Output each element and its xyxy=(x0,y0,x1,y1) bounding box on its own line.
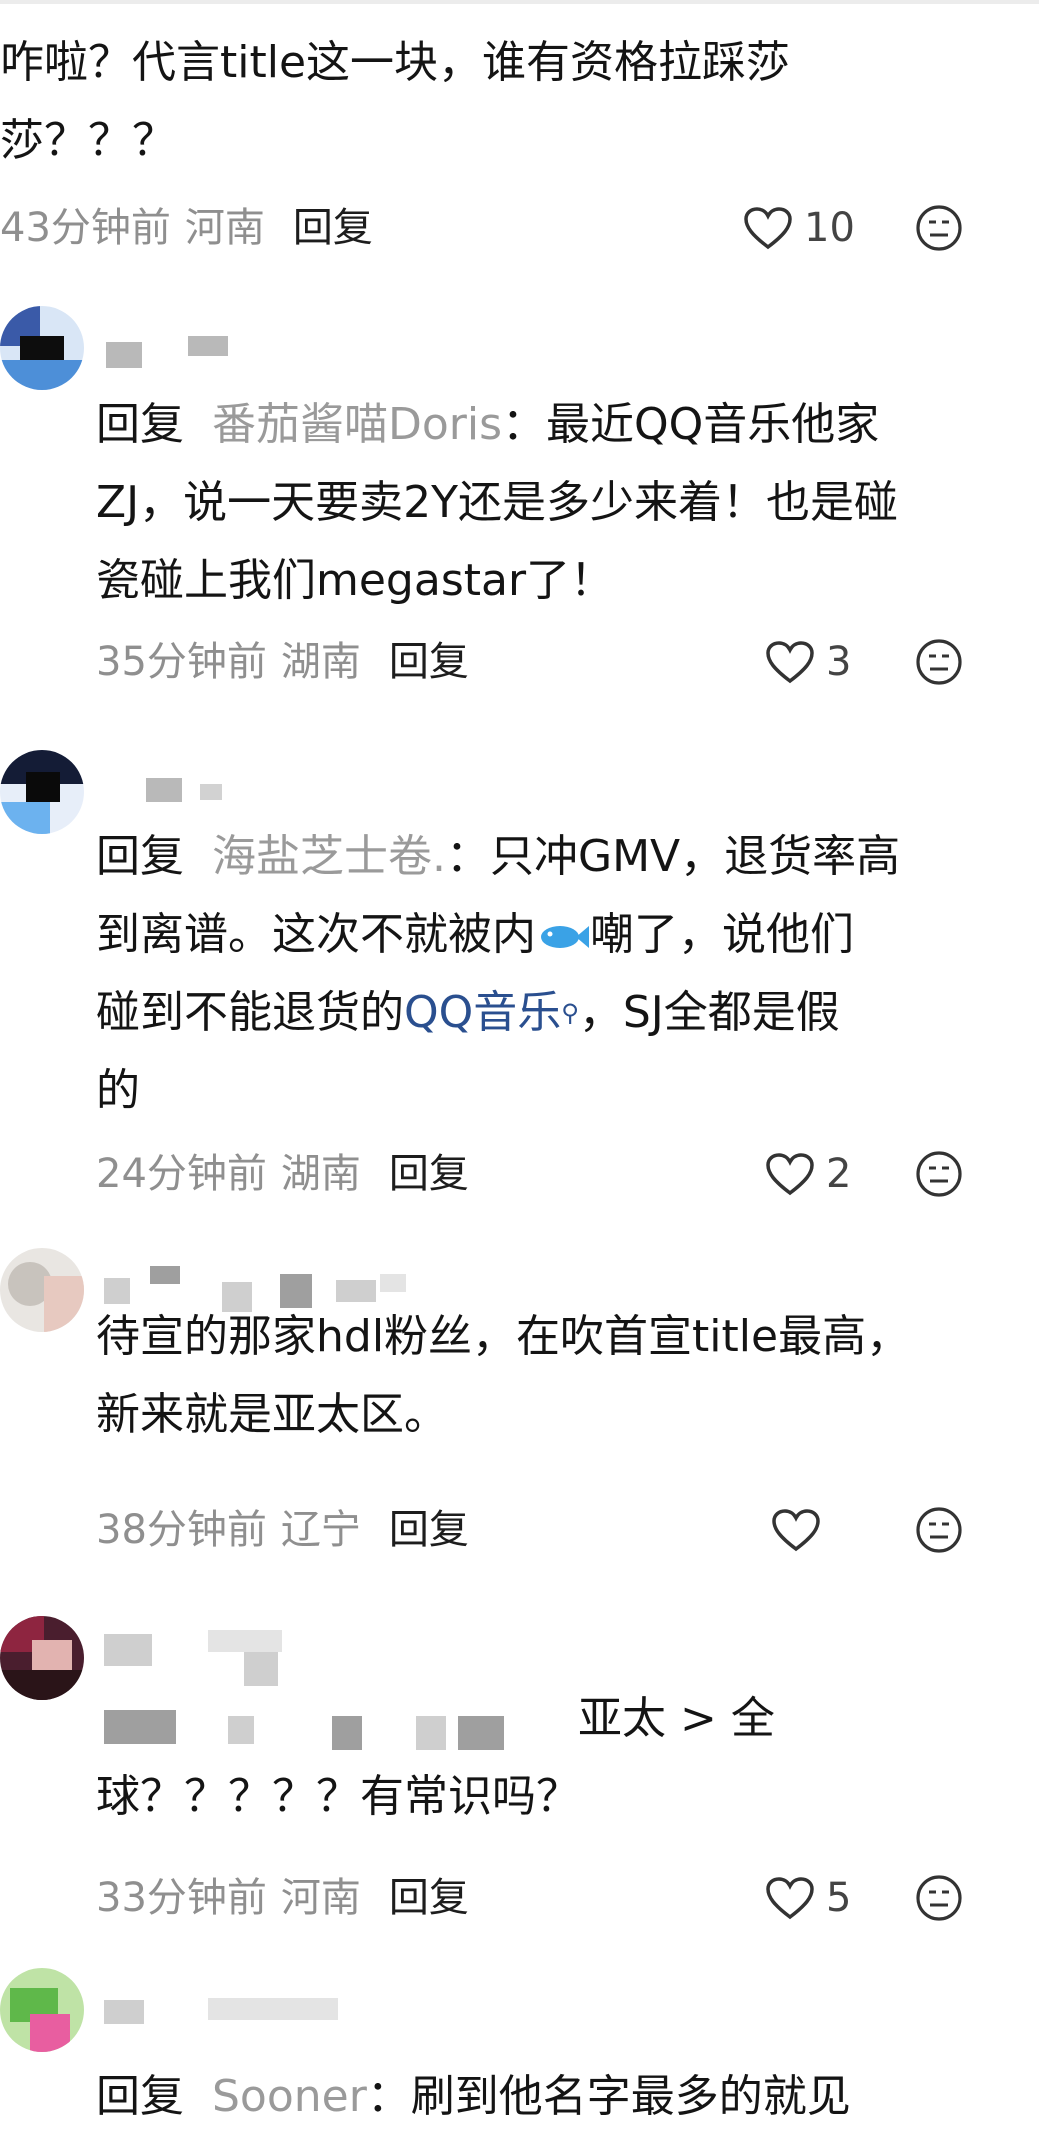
comment-meta: 43分钟前 河南 回复 xyxy=(0,198,373,258)
like-count: 10 xyxy=(804,205,855,251)
comment-time: 33分钟前 xyxy=(96,1875,267,1921)
comment-region: 河南 xyxy=(280,1875,361,1921)
like-count: 5 xyxy=(826,1875,852,1921)
heart-outline-icon xyxy=(766,1153,814,1196)
reply-prefix: 回复 xyxy=(96,2071,184,2122)
comment-text: 待宣的那家hdl粉丝，在吹首宣title最高， 新来就是亚太区。 xyxy=(96,1311,911,1440)
comment-region: 湖南 xyxy=(280,639,361,685)
neutral-face-icon xyxy=(916,205,962,251)
comment-text: 球？？？？？有常识吗？ xyxy=(96,1771,580,1822)
avatar[interactable] xyxy=(0,750,84,834)
heart-outline-icon xyxy=(744,207,792,250)
neutral-face-icon xyxy=(916,1875,962,1921)
reply-button[interactable]: 回复 xyxy=(389,1875,469,1921)
heart-outline-icon xyxy=(766,641,814,684)
comment-text: 亚太 > 全 xyxy=(578,1693,775,1744)
pixelated-region xyxy=(208,1630,282,1652)
dislike-button[interactable] xyxy=(914,203,964,253)
pixelated-region xyxy=(150,1266,180,1284)
dislike-button[interactable] xyxy=(914,1149,964,1199)
like-button[interactable]: 5 xyxy=(764,1868,851,1928)
comment-meta: 24分钟前 湖南 回复 xyxy=(96,1144,469,1204)
like-button[interactable]: 10 xyxy=(742,198,855,258)
pixelated-region xyxy=(244,1652,278,1686)
avatar[interactable] xyxy=(0,1616,84,1700)
search-icon: ⚲ xyxy=(561,999,579,1027)
heart-outline-icon xyxy=(772,1509,820,1552)
comment-text: 回复 番茄酱喵Doris：最近QQ音乐他家 ZJ，说一天要卖2Y还是多少来着！也… xyxy=(96,386,996,620)
neutral-face-icon xyxy=(916,639,962,685)
like-button[interactable]: 2 xyxy=(764,1144,851,1204)
heart-outline-icon xyxy=(766,1877,814,1920)
comment-meta: 38分钟前 辽宁 回复 xyxy=(96,1500,469,1560)
comment-text: 回复 海盐芝士卷.：只冲GMV，退货率高 到离谱。这次不就被内 嘲了，说他们 碰到… xyxy=(96,818,996,1130)
reply-target-user[interactable]: 番茄酱喵Doris xyxy=(212,399,502,450)
reply-button[interactable]: 回复 xyxy=(389,1151,469,1197)
like-button[interactable]: 3 xyxy=(764,632,851,692)
reply-target-user[interactable]: 海盐芝士卷. xyxy=(212,831,446,882)
reply-prefix: 回复 xyxy=(96,399,184,450)
avatar[interactable] xyxy=(0,1248,84,1332)
comment-time: 43分钟前 xyxy=(0,205,171,251)
neutral-face-icon xyxy=(916,1151,962,1197)
reply-button[interactable]: 回复 xyxy=(293,205,373,251)
username[interactable] xyxy=(100,336,260,368)
comment-body: ：刷到他名字最多的就见 xyxy=(366,2071,851,2122)
username[interactable] xyxy=(100,774,260,806)
dislike-button[interactable] xyxy=(914,1873,964,1923)
pixelated-region xyxy=(104,1634,152,1666)
avatar[interactable] xyxy=(0,1968,84,2052)
search-link-text: QQ音乐 xyxy=(404,987,562,1038)
comment-region: 河南 xyxy=(184,205,265,251)
avatar[interactable] xyxy=(0,306,84,390)
like-count: 2 xyxy=(826,1151,852,1197)
reply-prefix: 回复 xyxy=(96,831,184,882)
dislike-button[interactable] xyxy=(914,637,964,687)
comment-region: 湖南 xyxy=(280,1151,361,1197)
pixelated-region xyxy=(380,1274,406,1292)
pixelated-region xyxy=(458,1716,504,1750)
reply-target-user[interactable]: Sooner xyxy=(212,2071,367,2122)
pixelated-region xyxy=(416,1716,446,1750)
comment-meta: 35分钟前 湖南 回复 xyxy=(96,632,469,692)
comment-time: 35分钟前 xyxy=(96,639,267,685)
pixelated-region xyxy=(104,1710,176,1744)
comment-region: 辽宁 xyxy=(280,1507,361,1553)
search-link[interactable]: QQ音乐⚲ xyxy=(404,987,579,1038)
pixelated-region xyxy=(104,2000,144,2024)
comment-text: 回复 Sooner：刷到他名字最多的就见 xyxy=(96,2058,996,2136)
dislike-button[interactable] xyxy=(914,1505,964,1555)
comment-time: 24分钟前 xyxy=(96,1151,267,1197)
pixelated-region xyxy=(228,1716,254,1744)
pixelated-region xyxy=(208,1998,338,2020)
like-count: 3 xyxy=(826,639,852,685)
reply-button[interactable]: 回复 xyxy=(389,1507,469,1553)
comment-time: 38分钟前 xyxy=(96,1507,267,1553)
neutral-face-icon xyxy=(916,1507,962,1553)
reply-button[interactable]: 回复 xyxy=(389,639,469,685)
like-button[interactable] xyxy=(770,1500,832,1560)
fish-emoji-icon xyxy=(541,926,589,948)
comment-text: 咋啦？代言title这一块，谁有资格拉踩莎 莎？？？ xyxy=(0,37,791,166)
top-divider xyxy=(0,0,1039,4)
pixelated-region xyxy=(332,1716,362,1750)
comment-meta: 33分钟前 河南 回复 xyxy=(96,1868,469,1928)
